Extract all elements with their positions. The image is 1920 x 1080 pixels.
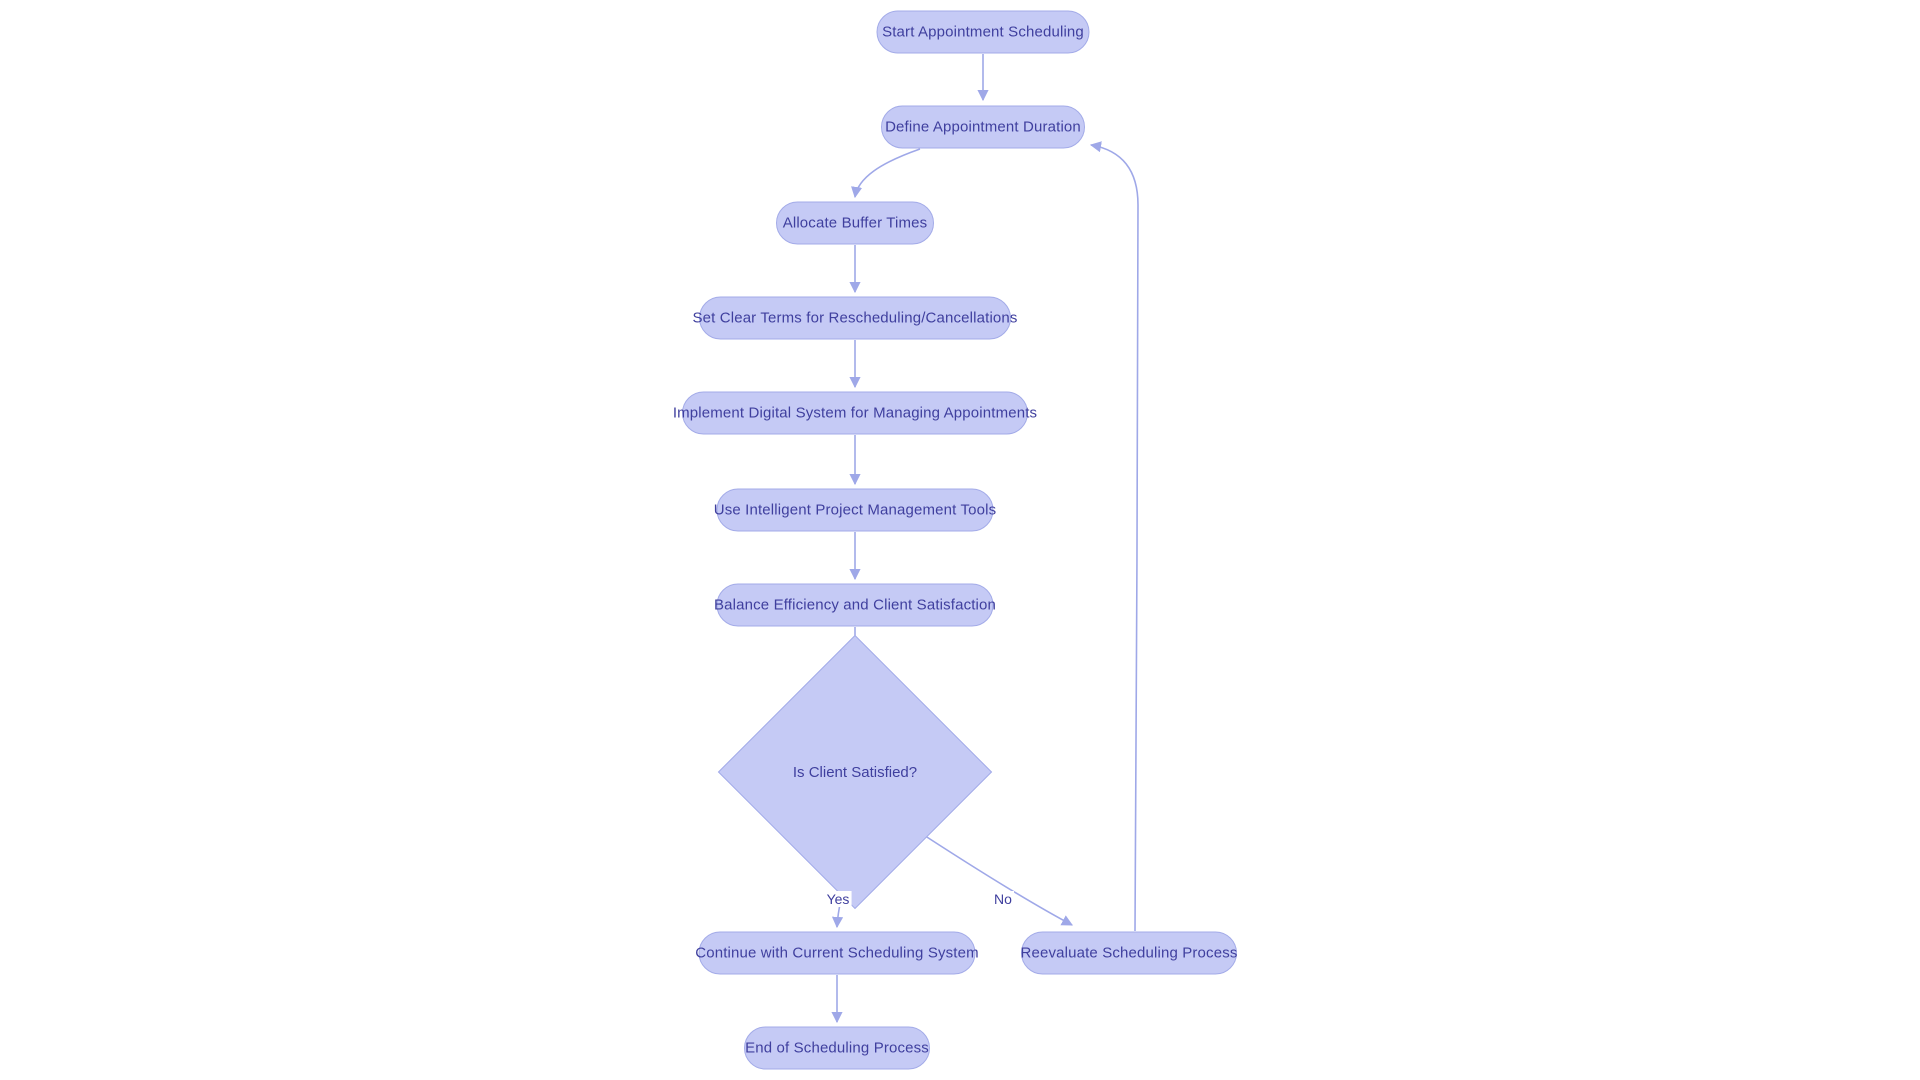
edge-duration-to-buffer xyxy=(855,149,920,197)
node-balance-efficiency-and-client-satisfaction[interactable]: Balance Efficiency and Client Satisfacti… xyxy=(717,584,994,627)
node-allocate-buffer-times[interactable]: Allocate Buffer Times xyxy=(776,202,934,245)
flowchart-canvas: Start Appointment Scheduling Define Appo… xyxy=(0,0,1920,1080)
node-label: Implement Digital System for Managing Ap… xyxy=(673,406,1037,421)
edge-label-no: No xyxy=(992,891,1014,907)
node-reevaluate-scheduling-process[interactable]: Reevaluate Scheduling Process xyxy=(1021,932,1237,975)
node-define-appointment-duration[interactable]: Define Appointment Duration xyxy=(881,106,1085,149)
node-end-of-scheduling-process[interactable]: End of Scheduling Process xyxy=(744,1027,930,1070)
edge-label-yes: Yes xyxy=(825,891,852,907)
node-label: Start Appointment Scheduling xyxy=(882,25,1084,40)
edge-reevaluate-to-duration xyxy=(1091,145,1138,931)
edge-layer xyxy=(0,0,1920,1080)
node-label: Reevaluate Scheduling Process xyxy=(1021,946,1238,961)
node-start-appointment-scheduling[interactable]: Start Appointment Scheduling xyxy=(877,11,1090,54)
node-set-clear-terms[interactable]: Set Clear Terms for Rescheduling/Cancell… xyxy=(699,297,1011,340)
node-label: Define Appointment Duration xyxy=(885,120,1081,135)
node-label: Set Clear Terms for Rescheduling/Cancell… xyxy=(692,311,1017,326)
node-implement-digital-system[interactable]: Implement Digital System for Managing Ap… xyxy=(682,392,1028,435)
node-use-intelligent-project-management-tools[interactable]: Use Intelligent Project Management Tools xyxy=(717,489,994,532)
node-label: Allocate Buffer Times xyxy=(783,216,928,231)
node-is-client-satisfied-decision[interactable]: Is Client Satisfied? xyxy=(758,675,952,869)
node-label: Use Intelligent Project Management Tools xyxy=(714,503,997,518)
node-label: Continue with Current Scheduling System xyxy=(695,946,979,961)
node-continue-with-current-scheduling-system[interactable]: Continue with Current Scheduling System xyxy=(699,932,976,975)
node-label: Balance Efficiency and Client Satisfacti… xyxy=(714,598,996,613)
node-label: Is Client Satisfied? xyxy=(758,675,952,869)
node-label: End of Scheduling Process xyxy=(745,1041,929,1056)
